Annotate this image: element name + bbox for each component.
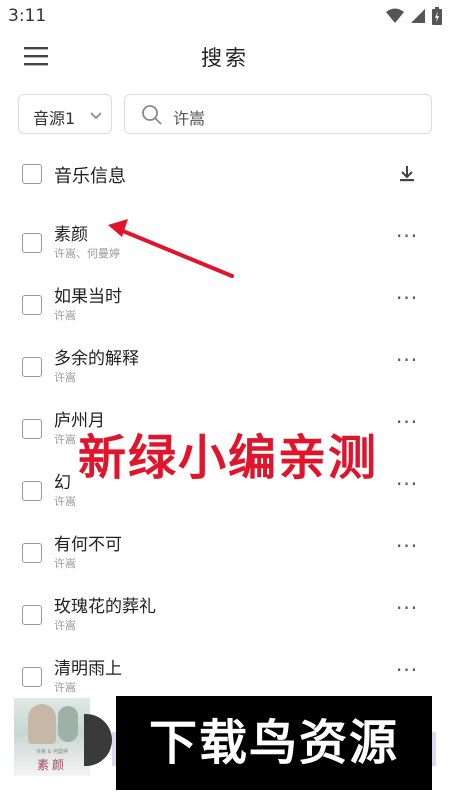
watermark-banner: 下载鸟资源	[116, 696, 432, 790]
annotation-arrow	[108, 219, 234, 278]
cover-title: 素颜	[36, 758, 67, 772]
vinyl-disc-icon	[84, 714, 112, 766]
cover-artists: 许嵩 & 何曼婷	[35, 749, 69, 755]
player-bar: 许嵩 & 何曼婷 素颜 下载鸟资源	[0, 694, 450, 800]
cover-figure	[28, 704, 56, 744]
banner-text: 下载鸟资源	[148, 715, 399, 771]
cover-figure	[58, 706, 78, 742]
watermark-text: 新绿小编亲测	[78, 430, 379, 486]
album-cover[interactable]: 许嵩 & 何曼婷 素颜	[14, 698, 90, 776]
